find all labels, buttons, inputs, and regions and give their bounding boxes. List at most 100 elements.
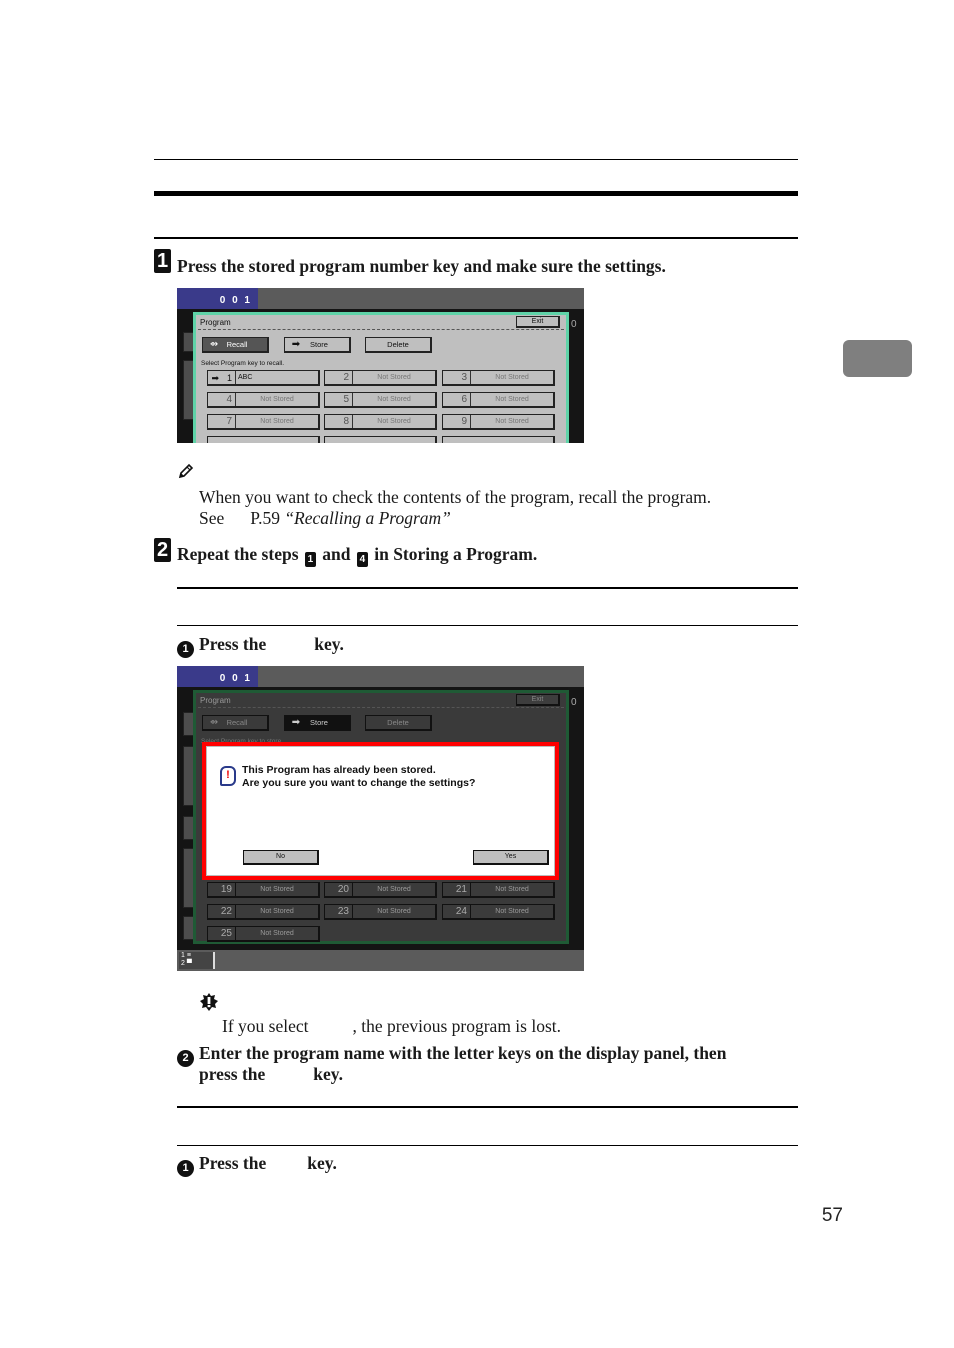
exit-button[interactable]: Exit	[516, 694, 560, 706]
mode-label: Recall	[226, 718, 248, 727]
program-key-25[interactable]: 25 Not Stored	[207, 926, 320, 942]
confirm-message: This Program has already been stored. Ar…	[242, 764, 476, 789]
substep-number: 1	[177, 1159, 194, 1177]
substep-number: 1	[177, 640, 194, 658]
program-key-21[interactable]: 21 Not Stored	[442, 882, 555, 898]
program-key-8[interactable]: 8 Not Stored	[324, 414, 437, 430]
program-number: 20	[325, 883, 353, 896]
program-name: Not Stored	[377, 908, 411, 915]
subsection-thick-rule	[177, 587, 798, 589]
program-name: ABC	[238, 374, 253, 381]
program-name: Not Stored	[260, 930, 294, 937]
subsection-thin-rule	[177, 1145, 798, 1146]
program-name: Not Stored	[260, 418, 294, 425]
store-arrow-icon: ➡	[291, 717, 301, 728]
delete-mode-button[interactable]: Delete	[365, 715, 432, 731]
program-number: 9	[443, 415, 471, 428]
program-number: 22	[208, 905, 236, 918]
mode-label: Store	[310, 340, 328, 349]
program-number: 7	[208, 415, 236, 428]
warning-icon: !	[220, 766, 236, 786]
program-key-partial[interactable]	[324, 436, 437, 443]
program-key-22[interactable]: 22 Not Stored	[207, 904, 320, 920]
program-number: 4	[208, 393, 236, 406]
stored-arrow-icon: ➡	[211, 372, 219, 383]
program-name: Not Stored	[260, 396, 294, 403]
program-key-1[interactable]: ➡ 1 ABC	[207, 370, 320, 386]
program-name: Not Stored	[260, 908, 294, 915]
copy-counter: 0 0 1	[177, 666, 258, 687]
paper-tray-icon: ▀	[186, 960, 192, 967]
program-key-20[interactable]: 20 Not Stored	[324, 882, 437, 898]
program-number: 3	[443, 371, 471, 384]
program-name: Not Stored	[495, 418, 529, 425]
page-ref[interactable]: P.59	[250, 508, 280, 528]
program-dialog: Program Exit ⇴ Recall ➡ Store Delete Sel…	[193, 312, 569, 443]
program-key-24[interactable]: 24 Not Stored	[442, 904, 555, 920]
note-see-line: See P.59 “Recalling a Program”	[199, 508, 451, 529]
program-key-6[interactable]: 6 Not Stored	[442, 392, 555, 408]
instruction-text: Select Program key to recall.	[201, 360, 285, 367]
store-mode-button[interactable]: ➡ Store	[284, 715, 351, 731]
important-text: If you select, the previous program is l…	[222, 1016, 562, 1036]
program-number: 25	[208, 927, 236, 940]
subsection-thin-rule	[177, 625, 798, 626]
program-number: ➡ 1	[208, 371, 236, 384]
header-thick-rule	[154, 191, 798, 196]
copy-counter: 0 0 1	[177, 288, 258, 309]
program-recall-screenshot: 0 0 1 0 Program Exit ⇴ Recall ➡ Store De…	[177, 288, 584, 443]
step-number-badge: 2	[154, 538, 171, 562]
program-key-3[interactable]: 3 Not Stored	[442, 370, 555, 386]
program-number: 5	[325, 393, 353, 406]
substep-b1: 1 Press the key.	[177, 1153, 337, 1177]
program-key-7[interactable]: 7 Not Stored	[207, 414, 320, 430]
program-name: Not Stored	[495, 374, 529, 381]
program-number: 21	[443, 883, 471, 896]
cross-ref-title[interactable]: “Recalling a Program”	[284, 508, 451, 528]
program-key-partial[interactable]	[207, 436, 320, 443]
mode-label: Delete	[387, 718, 409, 727]
side-digit: 0	[571, 697, 577, 708]
section-rule	[154, 237, 798, 239]
program-key-5[interactable]: 5 Not Stored	[324, 392, 437, 408]
program-name: Not Stored	[377, 396, 411, 403]
yes-button[interactable]: Yes	[473, 850, 549, 865]
note-text: When you want to check the contents of t…	[199, 487, 712, 507]
step-2-heading: Repeat the steps 1 and 4 in Storing a Pr…	[177, 544, 538, 567]
program-number: 24	[443, 905, 471, 918]
program-key-partial[interactable]	[442, 436, 555, 443]
step-1-heading: Press the stored program number key and …	[177, 256, 666, 276]
dialog-title: Program	[200, 318, 231, 327]
program-key-9[interactable]: 9 Not Stored	[442, 414, 555, 430]
store-mode-button[interactable]: ➡ Store	[284, 337, 351, 353]
page-number: 57	[821, 1205, 843, 1226]
program-key-19[interactable]: 19 Not Stored	[207, 882, 320, 898]
header-thin-rule	[154, 159, 798, 160]
program-key-2[interactable]: 2 Not Stored	[324, 370, 437, 386]
program-number: 23	[325, 905, 353, 918]
program-key-23[interactable]: 23 Not Stored	[324, 904, 437, 920]
program-number: 2	[325, 371, 353, 384]
store-arrow-icon: ➡	[291, 339, 301, 350]
exit-button[interactable]: Exit	[516, 316, 560, 328]
important-icon	[199, 992, 219, 1012]
program-name: Not Stored	[495, 908, 529, 915]
substep-a2: 2 Enter the program name with the letter …	[177, 1043, 726, 1067]
panel-right-side: 0	[568, 309, 584, 443]
overwrite-confirm-dialog: ! This Program has already been stored. …	[202, 742, 559, 880]
recall-mode-button[interactable]: ⇴ Recall	[202, 715, 269, 731]
subsection-thick-rule	[177, 1106, 798, 1108]
no-button[interactable]: No	[243, 850, 319, 865]
see-label: See	[199, 508, 225, 528]
dialog-title: Program	[200, 696, 231, 705]
delete-mode-button[interactable]: Delete	[365, 337, 432, 353]
side-digit: 0	[571, 319, 577, 330]
substep-a2-line2: press the key.	[199, 1064, 343, 1084]
program-store-confirm-screenshot: 0 0 1 0 Program Exit ⇴ Recall ➡ Store De…	[177, 666, 584, 971]
program-number: 6	[443, 393, 471, 406]
title-divider	[198, 707, 564, 708]
program-key-4[interactable]: 4 Not Stored	[207, 392, 320, 408]
recall-mode-button[interactable]: ⇴ Recall	[202, 337, 269, 353]
substep-a1: 1 Press the key.	[177, 634, 344, 658]
program-name: Not Stored	[377, 886, 411, 893]
